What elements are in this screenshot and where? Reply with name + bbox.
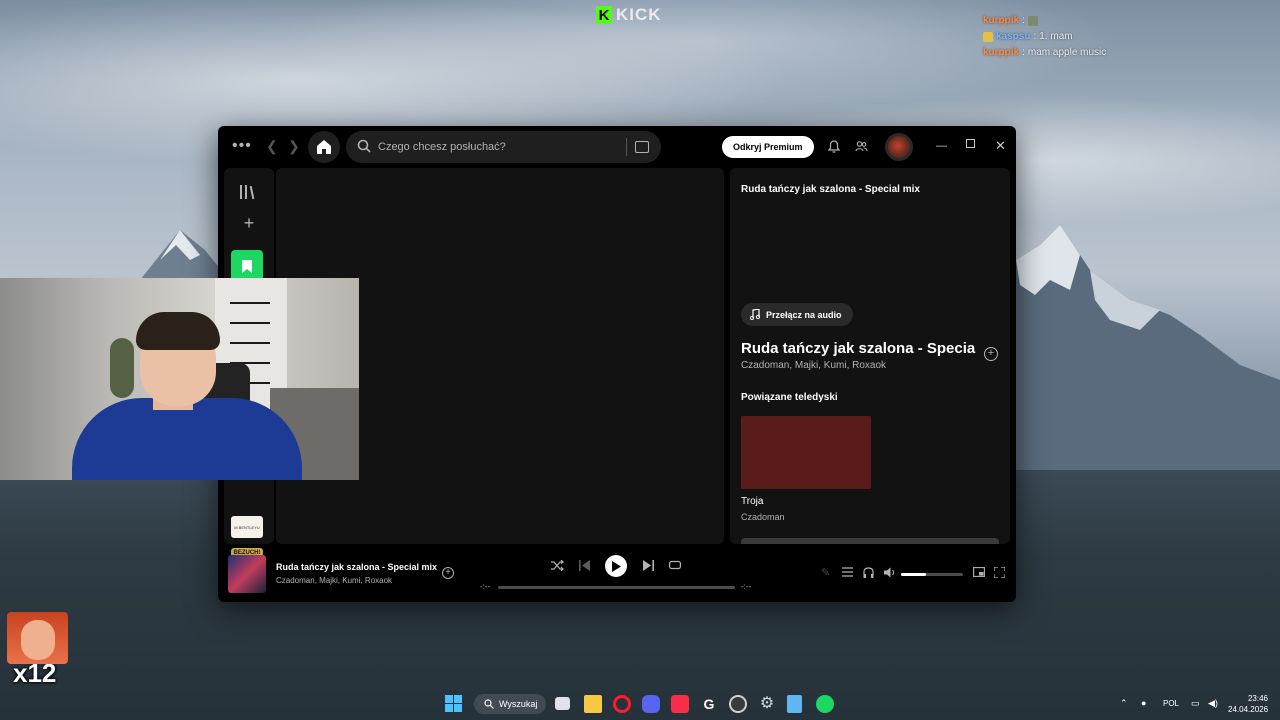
add-to-liked-icon[interactable]: + bbox=[442, 567, 454, 579]
task-view-icon[interactable] bbox=[555, 697, 570, 710]
volume-icon[interactable] bbox=[884, 567, 896, 581]
settings-gear-icon[interactable]: ⚙ bbox=[758, 695, 776, 713]
chat-username: kurppik bbox=[983, 15, 1020, 26]
related-video-artist[interactable]: Czadoman bbox=[741, 512, 785, 522]
friend-activity-icon[interactable] bbox=[855, 140, 868, 156]
now-playing-panel: Ruda tańczy jak szalona - Special mix Pr… bbox=[730, 168, 1010, 544]
search-icon bbox=[484, 699, 494, 709]
windows-taskbar: Wyszukaj G ⚙ ⌃ ● POL ▭ ◀) 23:46 24.04.20… bbox=[0, 688, 1280, 720]
microphone-icon[interactable]: ● bbox=[1141, 698, 1146, 708]
library-playlist-thumb[interactable]: M BENTLEYU bbox=[231, 516, 263, 538]
bookmark-icon bbox=[242, 259, 252, 273]
forward-arrow-icon[interactable]: ❯ bbox=[288, 138, 300, 154]
language-indicator[interactable]: POL bbox=[1163, 699, 1179, 708]
notifications-bell-icon[interactable] bbox=[827, 140, 841, 156]
related-videos-heading: Powiązane teledyski bbox=[741, 392, 838, 403]
streamer-webcam bbox=[0, 278, 359, 480]
library-icon[interactable] bbox=[240, 184, 258, 200]
now-playing-cover[interactable] bbox=[228, 555, 266, 593]
music-note-icon bbox=[750, 309, 760, 320]
song-artists[interactable]: Czadoman, Majki, Kumi, Roxaok bbox=[741, 360, 886, 371]
minimize-icon[interactable]: — bbox=[936, 140, 947, 152]
kick-wordmark: KICK bbox=[616, 5, 662, 24]
home-icon bbox=[317, 140, 331, 154]
volume-slider[interactable] bbox=[901, 573, 963, 576]
top-bar: ••• ❮ ❯ Czego chcesz posłuchać? Odkryj P… bbox=[218, 126, 1016, 168]
emote-icon bbox=[1027, 16, 1038, 26]
switch-to-audio-label: Przełącz na audio bbox=[766, 309, 842, 320]
chat-username: kurppik bbox=[983, 47, 1020, 58]
network-icon[interactable]: ▭ bbox=[1191, 698, 1200, 709]
search-divider bbox=[626, 138, 627, 156]
repeat-icon[interactable] bbox=[669, 560, 682, 573]
switch-to-audio-button[interactable]: Przełącz na audio bbox=[741, 303, 853, 326]
logitech-icon[interactable]: G bbox=[700, 695, 718, 713]
panel-title: Ruda tańczy jak szalona - Special mix bbox=[741, 184, 920, 195]
kick-logo: K KICK bbox=[596, 5, 662, 25]
search-bar[interactable]: Czego chcesz posłuchać? bbox=[346, 131, 661, 163]
tray-overflow-icon[interactable]: ⌃ bbox=[1120, 698, 1128, 709]
queue-icon[interactable] bbox=[842, 567, 853, 580]
chat-message: kaspsu : 1. mam bbox=[983, 29, 1106, 45]
opera-icon[interactable] bbox=[613, 695, 631, 713]
file-explorer-icon[interactable] bbox=[584, 695, 602, 713]
play-button[interactable] bbox=[605, 555, 627, 577]
sub-streak-badge: x12 bbox=[7, 612, 68, 690]
back-arrow-icon[interactable]: ❮ bbox=[266, 138, 278, 154]
chat-text: mam apple music bbox=[1027, 47, 1107, 58]
add-to-library-icon[interactable]: + bbox=[984, 347, 998, 361]
streamer-hoodie bbox=[72, 398, 302, 480]
clock-date: 24.04.2026 bbox=[1228, 705, 1269, 714]
next-section-card bbox=[741, 538, 999, 544]
now-playing-title[interactable]: Ruda tańczy jak szalona - Special mix bbox=[276, 562, 437, 572]
spotify-icon[interactable] bbox=[816, 695, 834, 713]
sub-emote-image bbox=[7, 612, 68, 664]
miniplayer-icon[interactable] bbox=[973, 567, 985, 580]
connect-device-icon[interactable] bbox=[863, 567, 874, 581]
fullscreen-icon[interactable] bbox=[993, 566, 1006, 581]
chat-username: kaspsu bbox=[996, 31, 1031, 42]
lyrics-icon[interactable]: ✎ bbox=[821, 567, 830, 579]
user-avatar[interactable] bbox=[885, 133, 913, 161]
more-options-icon[interactable]: ••• bbox=[232, 138, 252, 154]
shuffle-icon[interactable] bbox=[551, 559, 564, 573]
browse-icon[interactable] bbox=[635, 141, 649, 153]
search-icon bbox=[346, 139, 376, 156]
related-video-thumbnail[interactable] bbox=[741, 416, 871, 489]
play-icon bbox=[612, 560, 621, 572]
volume-level bbox=[901, 573, 926, 576]
explore-premium-button[interactable]: Odkryj Premium bbox=[722, 136, 814, 158]
player-bar: Ruda tańczy jak szalona - Special mix Cz… bbox=[218, 548, 1016, 602]
taskbar-search[interactable]: Wyszukaj bbox=[474, 694, 546, 714]
search-input[interactable]: Czego chcesz posłuchać? bbox=[376, 141, 626, 153]
chat-message: kurppik : mam apple music bbox=[983, 45, 1106, 61]
chat-message: kurppik : bbox=[983, 13, 1106, 29]
related-video-title[interactable]: Troja bbox=[741, 496, 763, 507]
system-clock[interactable]: 23:46 24.04.2026 bbox=[1228, 693, 1268, 715]
next-track-icon[interactable] bbox=[643, 560, 654, 573]
obs-icon[interactable] bbox=[729, 695, 747, 713]
create-playlist-icon[interactable]: + bbox=[239, 213, 259, 233]
apple-music-icon[interactable] bbox=[671, 695, 689, 713]
close-icon[interactable]: ✕ bbox=[995, 138, 1006, 154]
clock-time: 23:46 bbox=[1247, 694, 1268, 703]
kick-icon: K bbox=[596, 6, 612, 24]
playback-progress-bar[interactable] bbox=[498, 586, 735, 589]
stream-chat: kurppik : kaspsu : 1. mam kurppik : mam … bbox=[983, 13, 1106, 61]
volume-tray-icon[interactable]: ◀) bbox=[1208, 698, 1218, 709]
now-playing-artist[interactable]: Czadoman, Majki, Kumi, Roxaok bbox=[276, 576, 392, 585]
elapsed-time: -:-- bbox=[480, 582, 491, 591]
notepad-icon[interactable] bbox=[787, 695, 802, 713]
taskbar-search-label: Wyszukaj bbox=[499, 699, 538, 709]
windows-start-icon[interactable] bbox=[445, 695, 463, 713]
remaining-time: -:-- bbox=[741, 582, 752, 591]
maximize-icon[interactable] bbox=[966, 139, 975, 151]
song-title[interactable]: Ruda tańczy jak szalona - Specia bbox=[741, 340, 977, 357]
chat-text: 1. mam bbox=[1039, 31, 1073, 42]
badge-icon bbox=[983, 32, 993, 42]
discord-icon[interactable] bbox=[642, 695, 660, 713]
home-button[interactable] bbox=[308, 131, 340, 163]
previous-track-icon[interactable] bbox=[579, 560, 590, 573]
